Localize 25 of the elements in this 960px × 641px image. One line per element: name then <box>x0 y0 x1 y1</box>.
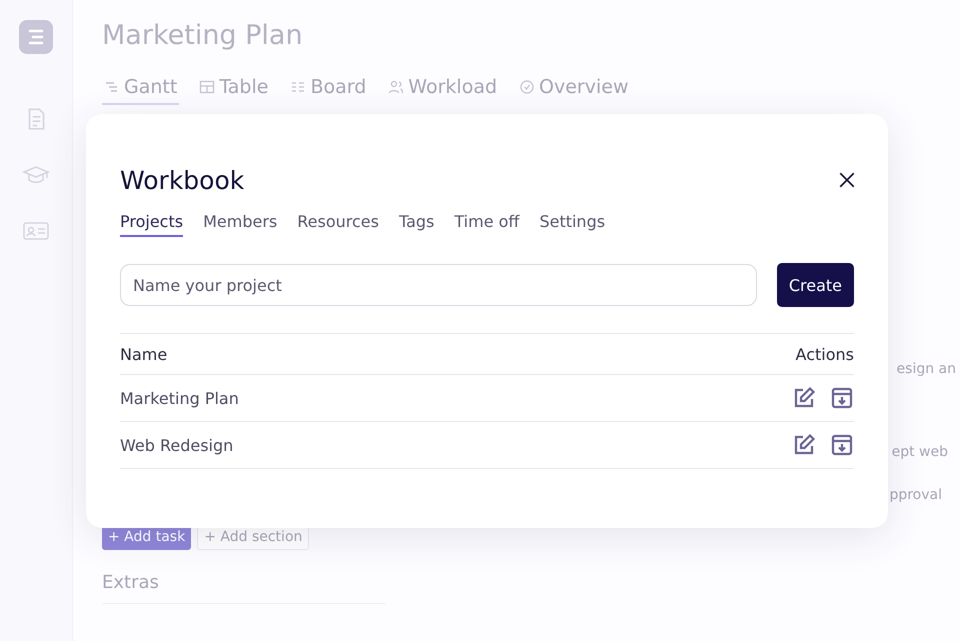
task-name: esign an <box>896 361 956 379</box>
create-button[interactable]: Create <box>776 263 854 307</box>
dialog-tab[interactable]: Tags <box>398 212 434 237</box>
column-header: Name <box>120 344 168 364</box>
dialog-title: Workbook <box>120 166 244 194</box>
table-icon <box>199 79 216 95</box>
archive-icon[interactable] <box>830 433 854 457</box>
task-name: ept web <box>892 444 948 462</box>
project-name: Marketing Plan <box>120 388 239 408</box>
people-icon <box>388 79 404 95</box>
dialog-tab[interactable]: Resources <box>297 212 379 237</box>
project-name-field[interactable]: Name your project <box>120 264 757 306</box>
archive-icon[interactable] <box>830 386 854 410</box>
edit-icon[interactable] <box>792 386 816 410</box>
dialog-tab[interactable]: Settings <box>539 212 606 237</box>
column-header: Actions <box>796 344 854 364</box>
dialog-tab[interactable]: Time off <box>454 212 520 237</box>
dialog-tab[interactable]: Members <box>203 212 278 237</box>
check-circle-icon <box>519 79 536 95</box>
task-name: pproval <box>889 487 942 505</box>
edit-icon[interactable] <box>792 433 816 457</box>
project-name: Web Redesign <box>120 436 234 454</box>
section-title: Extras <box>102 572 160 593</box>
page-title: Marketing Plan <box>102 20 304 53</box>
dialog-tab[interactable]: Projects <box>120 212 184 237</box>
